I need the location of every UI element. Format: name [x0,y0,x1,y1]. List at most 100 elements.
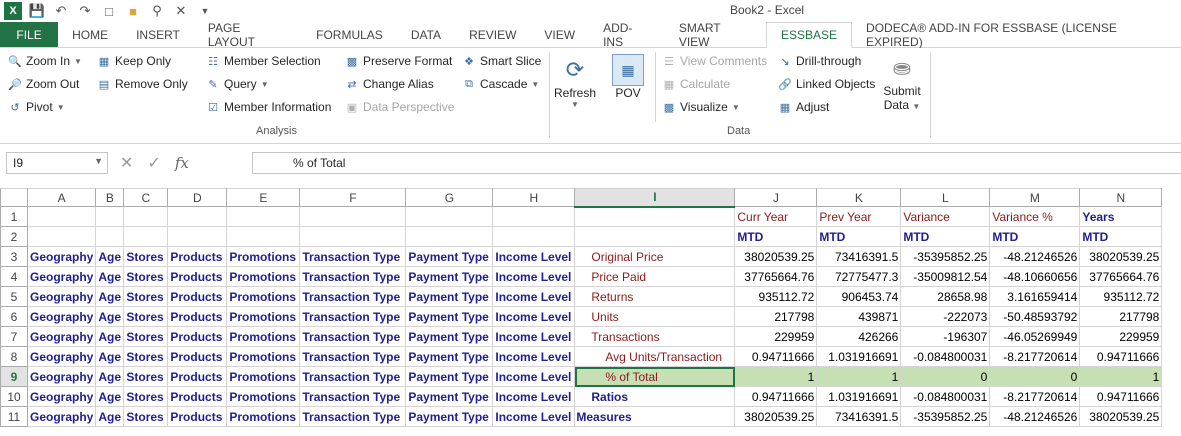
row-header-1[interactable]: 1 [0,206,28,227]
view-comments-button[interactable]: ☰ View Comments [662,54,767,68]
cell-i2[interactable] [574,226,736,247]
zoom-out-button[interactable]: 🔎 Zoom Out [8,77,79,91]
cell-k10[interactable]: 1.031916691 [816,386,902,407]
cell-i6[interactable]: Units [574,306,736,327]
cell-b6[interactable]: Age [95,306,125,327]
cell-i4[interactable]: Price Paid [574,266,736,287]
print-preview-icon[interactable]: ⚲ [148,2,166,20]
cell-b2[interactable] [95,226,125,247]
tab-add-ins[interactable]: ADD-INS [589,21,665,49]
cell-n2[interactable]: MTD [1079,226,1163,247]
cell-a1[interactable] [26,206,97,227]
member-selection-button[interactable]: ☷ Member Selection [206,54,321,68]
cell-a6[interactable]: Geography [26,306,97,327]
cell-c2[interactable] [123,226,169,247]
cell-l4[interactable]: -35009812.54 [900,266,991,287]
tab-home[interactable]: HOME [58,22,122,47]
cell-k2[interactable]: MTD [816,226,902,247]
cell-f7[interactable]: Transaction Type [299,326,407,347]
cell-l6[interactable]: -222073 [900,306,991,327]
cell-m10[interactable]: -8.217720614 [989,386,1081,407]
insert-function-icon[interactable]: fx [175,154,189,172]
cell-a7[interactable]: Geography [26,326,97,347]
formula-input[interactable]: % of Total [252,152,1181,174]
cell-n11[interactable]: 38020539.25 [1079,406,1163,427]
customize-qat-icon[interactable]: ▼ [196,2,214,20]
cell-j1[interactable]: Curr Year [734,206,818,227]
cell-c11[interactable]: Stores [123,406,169,427]
cell-f10[interactable]: Transaction Type [299,386,407,407]
cell-d2[interactable] [167,226,228,247]
cell-l10[interactable]: -0.084800031 [900,386,991,407]
cell-n10[interactable]: 0.94711666 [1079,386,1163,407]
cell-f1[interactable] [299,206,407,227]
refresh-button[interactable]: ⟳ Refresh ▼ [554,54,596,109]
cell-b7[interactable]: Age [95,326,125,347]
cell-k5[interactable]: 906453.74 [816,286,902,307]
column-header-b[interactable]: B [95,188,125,207]
cell-i10[interactable]: Ratios [574,386,736,407]
cell-m5[interactable]: 3.161659414 [989,286,1081,307]
cell-c6[interactable]: Stores [123,306,169,327]
cell-h8[interactable]: Income Level [492,346,576,367]
cell-i1[interactable] [574,206,736,227]
cell-g9[interactable]: Payment Type [405,366,494,387]
pov-button[interactable]: ▦ POV [607,54,649,100]
cell-e9[interactable]: Promotions [226,366,301,387]
column-header-l[interactable]: L [900,188,991,207]
cell-j10[interactable]: 0.94711666 [734,386,818,407]
cell-g10[interactable]: Payment Type [405,386,494,407]
cell-b11[interactable]: Age [95,406,125,427]
cell-g5[interactable]: Payment Type [405,286,494,307]
cell-n7[interactable]: 229959 [1079,326,1163,347]
cell-a8[interactable]: Geography [26,346,97,367]
cell-j3[interactable]: 38020539.25 [734,246,818,267]
cell-m4[interactable]: -48.10660656 [989,266,1081,287]
row-header-10[interactable]: 10 [0,386,28,407]
cell-l11[interactable]: -35395852.25 [900,406,991,427]
cell-m2[interactable]: MTD [989,226,1081,247]
zoom-in-button[interactable]: 🔍 Zoom In ▼ [8,54,82,68]
cell-i7[interactable]: Transactions [574,326,736,347]
cell-j2[interactable]: MTD [734,226,818,247]
cell-d10[interactable]: Products [167,386,228,407]
cell-n6[interactable]: 217798 [1079,306,1163,327]
cell-a10[interactable]: Geography [26,386,97,407]
cell-g4[interactable]: Payment Type [405,266,494,287]
cell-c5[interactable]: Stores [123,286,169,307]
cell-d1[interactable] [167,206,228,227]
column-header-h[interactable]: H [492,188,576,207]
column-header-d[interactable]: D [167,188,228,207]
column-header-g[interactable]: G [405,188,494,207]
column-header-f[interactable]: F [299,188,407,207]
cell-j9[interactable]: 1 [734,366,818,387]
cell-i3[interactable]: Original Price [574,246,736,267]
cell-l9[interactable]: 0 [900,366,991,387]
cell-b1[interactable] [95,206,125,227]
cell-h9[interactable]: Income Level [492,366,576,387]
cell-f11[interactable]: Transaction Type [299,406,407,427]
column-header-e[interactable]: E [226,188,301,207]
cell-j4[interactable]: 37765664.76 [734,266,818,287]
row-header-3[interactable]: 3 [0,246,28,267]
cell-e3[interactable]: Promotions [226,246,301,267]
column-header-j[interactable]: J [734,188,818,207]
cell-f4[interactable]: Transaction Type [299,266,407,287]
tab-data[interactable]: DATA [397,22,455,47]
cell-e11[interactable]: Promotions [226,406,301,427]
cell-h4[interactable]: Income Level [492,266,576,287]
cell-h11[interactable]: Income Level [492,406,576,427]
cell-e7[interactable]: Promotions [226,326,301,347]
cell-k6[interactable]: 439871 [816,306,902,327]
cell-f8[interactable]: Transaction Type [299,346,407,367]
cell-c4[interactable]: Stores [123,266,169,287]
data-perspective-button[interactable]: ▣ Data Perspective [345,100,455,114]
keep-only-button[interactable]: ▦ Keep Only [97,54,171,68]
cell-h7[interactable]: Income Level [492,326,576,347]
cell-m11[interactable]: -48.21246526 [989,406,1081,427]
tab-essbase[interactable]: ESSBASE [766,22,853,48]
cascade-button[interactable]: ⧉ Cascade ▼ [462,77,539,91]
cell-l3[interactable]: -35395852.25 [900,246,991,267]
cell-a9[interactable]: Geography [26,366,97,387]
row-header-8[interactable]: 8 [0,346,28,367]
